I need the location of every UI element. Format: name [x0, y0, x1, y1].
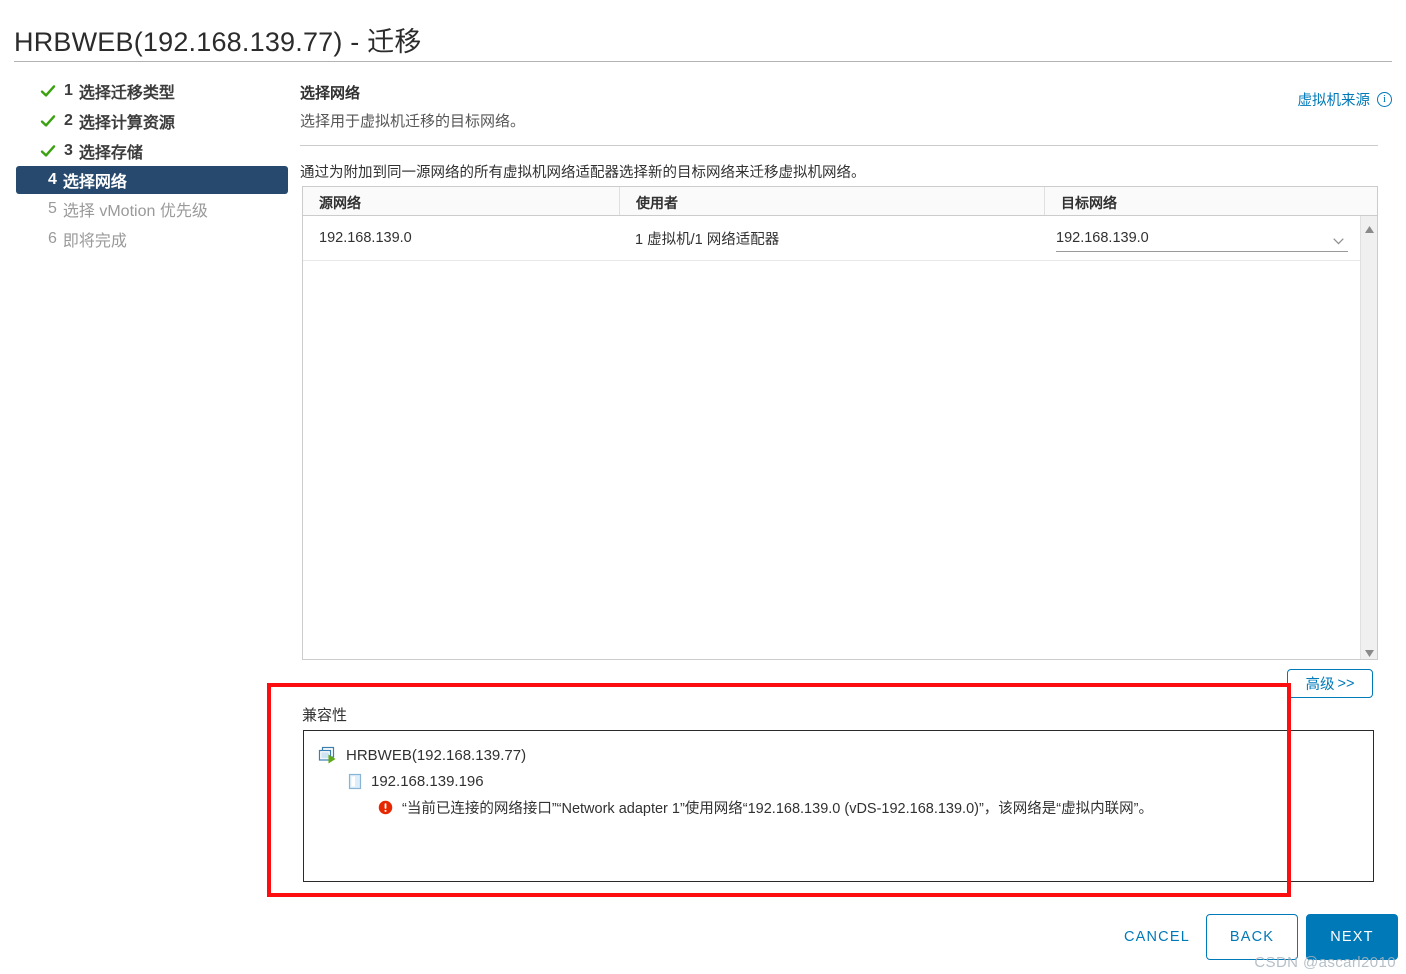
cell-source-network: 192.168.139.0	[319, 230, 412, 246]
column-header-used-by[interactable]: 使用者	[619, 187, 1044, 215]
step-label: 选择 vMotion 优先级	[62, 203, 208, 220]
compatibility-panel: HRBWEB(192.168.139.77) 192.168.139.196 “…	[303, 730, 1374, 882]
cell-used-by: 1 虚拟机/1 网络适配器	[635, 231, 780, 248]
cell-destination-network: 192.168.139.0	[1044, 225, 1353, 252]
network-mapping-table: 源网络 使用者 目标网络 192.168.139.0 1 虚拟机/1 网络适配器…	[302, 186, 1378, 660]
scroll-up-arrow-icon[interactable]	[1364, 221, 1375, 233]
panel-divider	[300, 145, 1378, 146]
compatibility-label: 兼容性	[302, 707, 348, 724]
step-label: 选择网络	[62, 174, 127, 191]
table-header-row: 源网络 使用者 目标网络	[303, 187, 1377, 216]
compatibility-host-name: 192.168.139.196	[371, 772, 484, 790]
step-index: 5	[48, 200, 57, 217]
compatibility-error-row: “当前已连接的网络接口”“Network adapter 1”使用网络“192.…	[304, 794, 1373, 820]
compatibility-vm-name: HRBWEB(192.168.139.77)	[346, 746, 527, 764]
check-icon	[40, 113, 56, 129]
host-icon	[348, 773, 362, 790]
compatibility-error-message: “当前已连接的网络接口”“Network adapter 1”使用网络“192.…	[402, 800, 1153, 817]
panel-header: 选择网络 选择用于虚拟机迁移的目标网络。 通过为附加到同一源网络的所有虚拟机网络…	[300, 82, 1378, 182]
sidebar-item-step-2[interactable]: 2 选择计算资源	[16, 106, 288, 136]
sidebar-item-step-4[interactable]: 4 选择网络	[16, 166, 288, 194]
compatibility-host-row: 192.168.139.196	[304, 768, 1373, 794]
vm-source-link[interactable]: 虚拟机来源 i	[1297, 89, 1392, 110]
sidebar-item-step-3[interactable]: 3 选择存储	[16, 136, 288, 166]
page-title: HRBWEB(192.168.139.77) - 迁移	[14, 27, 422, 57]
table-row[interactable]: 192.168.139.0 1 虚拟机/1 网络适配器 192.168.139.…	[303, 216, 1377, 261]
step-index: 4	[48, 171, 57, 188]
table-vertical-scrollbar[interactable]	[1360, 216, 1377, 659]
step-label: 选择计算资源	[78, 115, 175, 132]
destination-network-value: 192.168.139.0	[1056, 229, 1149, 246]
back-button[interactable]: BACK	[1206, 914, 1298, 960]
dialog-footer: CANCEL BACK NEXT	[0, 914, 1406, 960]
chevron-down-icon	[1333, 233, 1344, 244]
migration-wizard-dialog: HRBWEB(192.168.139.77) - 迁移 1 选择迁移类型 2 选…	[0, 0, 1406, 974]
title-divider	[14, 61, 1392, 62]
virtual-machine-icon	[318, 746, 337, 764]
step-index: 1	[64, 82, 73, 99]
destination-network-select[interactable]: 192.168.139.0	[1056, 225, 1348, 252]
sidebar-item-step-6[interactable]: 6 即将完成	[16, 224, 288, 254]
cancel-button[interactable]: CANCEL	[1124, 922, 1190, 952]
scroll-down-arrow-icon[interactable]	[1364, 645, 1375, 657]
error-icon	[378, 800, 393, 815]
advanced-chevrons: >>	[1337, 675, 1355, 692]
step-index: 3	[64, 142, 73, 159]
advanced-label: 高级	[1305, 677, 1335, 693]
step-label: 选择迁移类型	[78, 85, 175, 102]
check-icon	[40, 83, 56, 99]
step-label: 即将完成	[62, 233, 127, 250]
next-button[interactable]: NEXT	[1306, 914, 1398, 960]
column-header-source-network[interactable]: 源网络	[303, 187, 619, 215]
step-index: 2	[64, 112, 73, 129]
table-body: 192.168.139.0 1 虚拟机/1 网络适配器 192.168.139.…	[303, 216, 1377, 659]
vm-source-label: 虚拟机来源	[1297, 93, 1371, 109]
check-icon	[40, 143, 56, 159]
advanced-button[interactable]: 高级 >>	[1287, 669, 1373, 698]
sidebar-item-step-1[interactable]: 1 选择迁移类型	[16, 76, 288, 106]
sidebar-item-step-5[interactable]: 5 选择 vMotion 优先级	[16, 194, 288, 224]
panel-subheading: 选择用于虚拟机迁移的目标网络。	[300, 113, 526, 130]
step-index: 6	[48, 230, 57, 247]
info-icon[interactable]: i	[1377, 92, 1392, 107]
step-label: 选择存储	[78, 145, 143, 162]
compatibility-vm-row: HRBWEB(192.168.139.77)	[304, 742, 1373, 768]
column-header-destination-network[interactable]: 目标网络	[1044, 187, 1377, 215]
wizard-steps: 1 选择迁移类型 2 选择计算资源 3 选择存储 4 选择网络 5 选择 vMo…	[16, 76, 288, 254]
panel-heading: 选择网络	[300, 85, 361, 102]
panel-description: 通过为附加到同一源网络的所有虚拟机网络适配器选择新的目标网络来迁移虚拟机网络。	[300, 165, 866, 181]
